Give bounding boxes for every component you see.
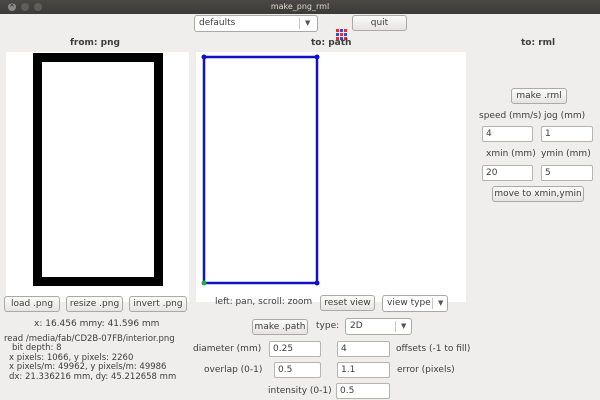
invert-png-button[interactable]: invert .png — [129, 296, 187, 312]
chevron-down-icon: ▼ — [305, 19, 311, 27]
quit-button[interactable]: quit — [352, 15, 407, 31]
image-info-dimensions: dx: 21.336216 mm, dy: 45.212658 mm — [9, 372, 177, 382]
palette-dot — [336, 29, 339, 32]
ymin-input[interactable]: 5 — [541, 165, 593, 181]
make-path-button[interactable]: make .path — [252, 319, 308, 335]
from-png-heading: from: png — [70, 38, 120, 48]
image-info-pixels-per-meter: x pixels/m: 49962, y pixels/m: 49986 — [9, 362, 167, 372]
app-content: defaults ▼ quit from: png to: path to: r… — [0, 14, 600, 400]
diameter-label: diameter (mm) — [193, 344, 262, 354]
xmin-input[interactable]: 20 — [482, 165, 533, 181]
view-type-select-separator — [432, 298, 433, 309]
defaults-select-separator — [299, 18, 300, 29]
move-to-xmin-ymin-button[interactable]: move to xmin,ymin — [492, 186, 584, 202]
path-type-label: type: — [316, 321, 340, 331]
overlap-input[interactable]: 0.5 — [274, 362, 321, 378]
toolpath-vertex — [201, 54, 207, 60]
defaults-select[interactable]: defaults ▼ — [194, 15, 318, 32]
make-rml-button[interactable]: make .rml — [511, 88, 567, 104]
cursor-x-readout: x: 16.456 mm — [34, 319, 98, 329]
palette-dot — [336, 33, 339, 36]
intensity-input[interactable]: 0.5 — [336, 383, 390, 399]
toolpath-outline — [202, 55, 319, 285]
reset-view-button[interactable]: reset view — [320, 295, 375, 311]
resize-png-button[interactable]: resize .png — [66, 296, 123, 312]
overlap-label: overlap (0-1) — [204, 365, 263, 375]
path-preview-canvas[interactable] — [196, 52, 466, 302]
to-path-heading: to: path — [311, 38, 352, 48]
path-type-select[interactable]: 2D ▼ — [345, 318, 412, 335]
png-preview-canvas[interactable] — [6, 52, 189, 302]
ymin-label: ymin (mm) — [541, 149, 591, 159]
chevron-down-icon: ▼ — [401, 322, 407, 330]
palette-dot — [344, 33, 347, 36]
chevron-down-icon: ▼ — [438, 299, 444, 307]
toolpath-vertex — [314, 54, 320, 60]
window-title: make_png_rml — [270, 2, 330, 11]
offsets-input[interactable]: 4 — [337, 341, 390, 357]
palette-dot — [344, 29, 347, 32]
load-png-button[interactable]: load .png — [4, 296, 60, 312]
defaults-select-value: defaults — [199, 18, 236, 28]
toolpath-vertex — [314, 280, 320, 286]
path-type-select-separator — [395, 321, 396, 332]
offsets-label: offsets (-1 to fill) — [396, 344, 471, 354]
view-type-select-value: view type — [387, 298, 431, 308]
jog-label: jog (mm) — [544, 111, 586, 121]
palette-dot — [340, 29, 343, 32]
diameter-input[interactable]: 0.25 — [269, 341, 321, 357]
canvas-navigation-hint: left: pan, scroll: zoom — [215, 297, 313, 307]
intensity-label: intensity (0-1) — [268, 386, 332, 396]
speed-label: speed (mm/s) — [479, 111, 542, 121]
title-bar: × make_png_rml — [0, 0, 600, 14]
toolpath-start-vertex — [201, 280, 207, 286]
path-preview-svg — [201, 54, 320, 286]
to-rml-heading: to: rml — [521, 38, 556, 48]
xmin-label: xmin (mm) — [486, 149, 536, 159]
speed-input[interactable]: 4 — [482, 126, 533, 142]
cursor-y-readout: y: 41.596 mm — [97, 319, 160, 329]
view-type-select[interactable]: view type ▼ — [382, 295, 448, 312]
error-label: error (pixels) — [397, 365, 455, 375]
jog-input[interactable]: 1 — [541, 126, 593, 142]
png-image-outline — [33, 53, 163, 286]
palette-dot — [340, 33, 343, 36]
path-type-select-value: 2D — [350, 321, 363, 331]
image-info-bit-depth: bit depth: 8 — [12, 343, 62, 353]
error-input[interactable]: 1.1 — [337, 362, 390, 378]
